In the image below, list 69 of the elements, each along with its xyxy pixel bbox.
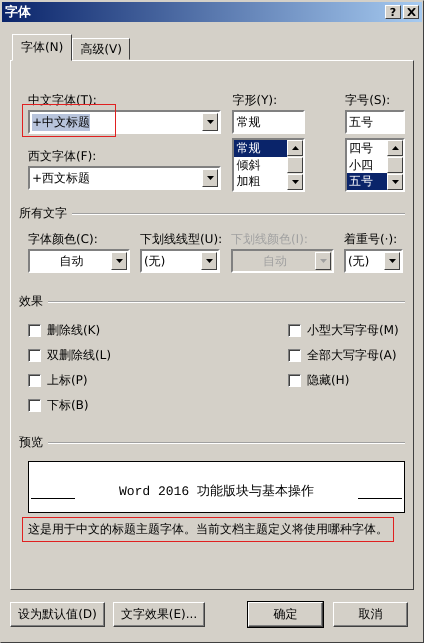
checkbox-label: 小型大写字母(M) bbox=[307, 322, 399, 339]
checkbox[interactable] bbox=[28, 349, 41, 362]
dropdown[interactable]: (无) bbox=[344, 249, 403, 273]
checkbox[interactable] bbox=[28, 374, 41, 387]
checkbox-label: 删除线(K) bbox=[47, 322, 100, 339]
checkbox-label: 下标(B) bbox=[47, 397, 89, 414]
western-font-combo[interactable]: +西文标题 bbox=[28, 166, 222, 190]
field-label: 字体颜色(C): bbox=[28, 232, 99, 247]
section-title: 效果 bbox=[19, 293, 43, 310]
checkbox[interactable] bbox=[288, 349, 301, 362]
list-item[interactable]: 四号 bbox=[347, 140, 387, 157]
section-title: 预览 bbox=[19, 434, 43, 451]
down-arrow-icon bbox=[292, 180, 299, 184]
field-label: 字号(S): bbox=[345, 93, 392, 108]
scroll-down-button[interactable] bbox=[387, 174, 403, 190]
help-button[interactable]: ? bbox=[385, 5, 401, 19]
scroll-up-button[interactable] bbox=[387, 140, 403, 156]
preview-text: Word 2016 功能版块与基本操作 bbox=[118, 483, 314, 500]
caret-icon bbox=[388, 259, 396, 263]
field-label: 字形(Y): bbox=[232, 93, 278, 108]
tab[interactable]: 高级(V) bbox=[72, 38, 130, 60]
caret-icon bbox=[206, 176, 214, 180]
dropdown[interactable]: 自动 bbox=[28, 249, 130, 273]
dialog-button[interactable]: 文字效果(E)... bbox=[113, 602, 205, 627]
dropdown-button[interactable] bbox=[384, 252, 400, 270]
caret-icon bbox=[206, 120, 214, 124]
section-title: 所有文字 bbox=[19, 205, 67, 222]
text-field[interactable]: 常规 bbox=[232, 110, 306, 134]
list-item[interactable]: 常规 bbox=[234, 140, 288, 157]
dialog-button[interactable]: 设为默认值(D) bbox=[10, 602, 105, 627]
scroll-down-button[interactable] bbox=[287, 174, 304, 190]
tab[interactable]: 字体(N) bbox=[12, 34, 72, 61]
checkbox-label: 隐藏(H) bbox=[307, 372, 350, 389]
field-label: 下划线线型(U): bbox=[140, 232, 220, 247]
description-text: 这是用于中文的标题主题字体。当前文档主题定义将使用哪种字体。 bbox=[22, 517, 394, 542]
dropdown-button[interactable] bbox=[202, 113, 218, 131]
dropdown-button[interactable] bbox=[202, 169, 218, 187]
list-item[interactable]: 五号 bbox=[347, 173, 387, 190]
checkbox[interactable] bbox=[28, 399, 41, 412]
chinese-font-combo[interactable]: +中文标题 bbox=[28, 110, 222, 134]
dialog-button[interactable]: 取消 bbox=[333, 602, 408, 627]
dropdown[interactable]: (无) bbox=[140, 249, 220, 273]
window-title: 字体 bbox=[5, 4, 31, 21]
checkbox-label: 双删除线(L) bbox=[47, 347, 112, 364]
caret-icon bbox=[206, 259, 212, 263]
dropdown-button[interactable] bbox=[111, 252, 127, 270]
list-item[interactable]: 小四 bbox=[347, 156, 387, 174]
scrollbar[interactable] bbox=[287, 140, 304, 190]
dropdown-button[interactable] bbox=[201, 252, 217, 270]
list-item[interactable]: 倾斜 bbox=[234, 156, 288, 174]
checkbox-label: 上标(P) bbox=[47, 372, 88, 389]
text-field[interactable]: 五号 bbox=[345, 110, 405, 134]
scrollbar[interactable] bbox=[387, 140, 403, 190]
caret-icon bbox=[320, 259, 326, 263]
checkbox[interactable] bbox=[288, 324, 301, 337]
close-icon bbox=[406, 8, 416, 16]
down-arrow-icon bbox=[392, 180, 398, 184]
caret-icon bbox=[116, 259, 122, 263]
dialog-button[interactable]: 确定 bbox=[248, 602, 323, 627]
field-label: 西文字体(F): bbox=[28, 149, 98, 164]
field-label: 着重号(·): bbox=[344, 232, 398, 247]
up-arrow-icon bbox=[392, 146, 398, 150]
checkbox-label: 全部大写字母(A) bbox=[307, 347, 397, 364]
close-button[interactable] bbox=[403, 5, 419, 19]
up-arrow-icon bbox=[292, 146, 299, 150]
checkbox[interactable] bbox=[28, 324, 41, 337]
scroll-up-button[interactable] bbox=[287, 140, 304, 156]
checkbox[interactable] bbox=[288, 374, 301, 387]
list-item[interactable]: 加粗 bbox=[234, 173, 288, 190]
